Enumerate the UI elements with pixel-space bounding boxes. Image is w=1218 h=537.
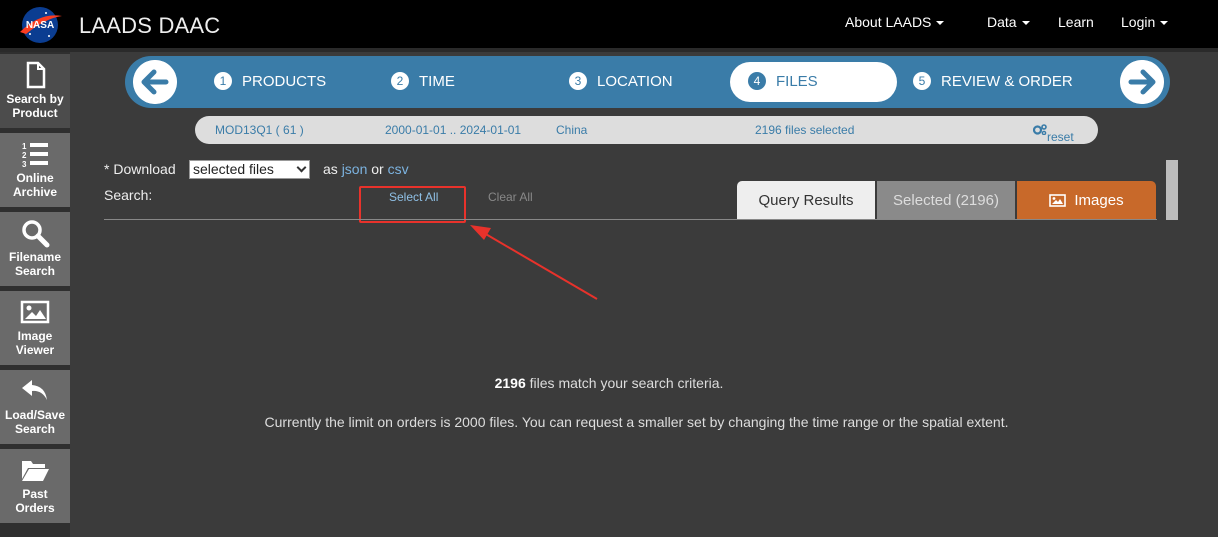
nav-learn[interactable]: Learn <box>1058 14 1094 30</box>
selection-summary: MOD13Q1 ( 61 ) 2000-01-01 .. 2024-01-01 … <box>195 116 1098 144</box>
download-scope-select[interactable]: selected files <box>189 160 310 179</box>
tab-selected[interactable]: Selected (2196) <box>877 181 1015 220</box>
gears-icon <box>1032 124 1047 136</box>
nasa-logo[interactable]: NASA <box>16 4 64 44</box>
wizard-steps-bar: 1 PRODUCTS 2 TIME 3 LOCATION 4 FILES 5 REVIEW… <box>125 56 1170 108</box>
annotation-highlight-box <box>359 186 466 223</box>
search-icon <box>22 220 50 248</box>
download-row: * Download <box>104 161 176 177</box>
file-icon <box>26 61 46 89</box>
svg-text:3: 3 <box>22 160 27 169</box>
image-icon <box>1049 194 1067 207</box>
sidebar-item-past-orders[interactable]: Past Orders <box>0 449 70 523</box>
caret-down-icon <box>1021 21 1030 26</box>
image-icon <box>20 300 50 324</box>
left-sidebar: Search by Product 123 Online Archive Fil… <box>0 52 70 537</box>
sidebar-item-search-by-product[interactable]: Search by Product <box>0 54 70 128</box>
wizard-step-location[interactable]: 3 LOCATION <box>569 56 673 108</box>
sidebar-item-filename-search[interactable]: Filename Search <box>0 212 70 286</box>
tab-query-results[interactable]: Query Results <box>737 181 875 220</box>
json-link[interactable]: json <box>342 161 368 177</box>
wizard-step-time[interactable]: 2 TIME <box>391 56 455 108</box>
wizard-step-review-order[interactable]: 5 REVIEW & ORDER <box>913 56 1073 108</box>
top-navbar: NASA LAADS DAAC About LAADS Data Learn L… <box>0 0 1218 48</box>
arrow-left-icon[interactable] <box>133 60 177 104</box>
results-count-message: 2196 files match your search criteria. <box>494 375 724 391</box>
tabs-underline <box>104 219 1157 220</box>
search-label: Search: <box>104 187 153 203</box>
wizard-step-products[interactable]: 1 PRODUCTS <box>214 56 326 108</box>
summary-date-range[interactable]: 2000-01-01 .. 2024-01-01 <box>385 123 521 137</box>
sidebar-item-online-archive[interactable]: 123 Online Archive <box>0 133 70 207</box>
reset-button[interactable]: reset <box>1032 123 1074 144</box>
wizard-step-files[interactable]: 4 FILES <box>730 62 897 102</box>
svg-text:NASA: NASA <box>26 20 54 31</box>
tab-images[interactable]: Images <box>1017 181 1156 220</box>
svg-text:2: 2 <box>22 151 27 160</box>
caret-down-icon <box>1160 21 1169 26</box>
csv-link[interactable]: csv <box>388 161 409 177</box>
summary-product[interactable]: MOD13Q1 ( 61 ) <box>215 123 304 137</box>
order-limit-message: Currently the limit on orders is 2000 fi… <box>264 414 1009 430</box>
caret-down-icon <box>936 21 945 26</box>
header-divider <box>0 48 1218 52</box>
sidebar-item-image-viewer[interactable]: Image Viewer <box>0 291 70 365</box>
summary-files-selected: 2196 files selected <box>755 123 855 137</box>
nav-about-laads[interactable]: About LAADS <box>845 14 945 30</box>
arrow-right-icon[interactable] <box>1120 60 1164 104</box>
nav-login[interactable]: Login <box>1121 14 1169 30</box>
brand-title[interactable]: LAADS DAAC <box>79 13 220 39</box>
nav-data[interactable]: Data <box>987 14 1030 30</box>
scrollbar-thumb[interactable] <box>1166 160 1178 220</box>
clear-all-button[interactable]: Clear All <box>488 190 533 204</box>
chevron-down-icon <box>296 162 307 173</box>
svg-text:1: 1 <box>22 142 27 151</box>
download-label: * Download <box>104 161 176 177</box>
list-icon: 123 <box>22 142 48 169</box>
download-format-links: as json or csv <box>323 161 409 177</box>
folder-open-icon <box>22 461 49 481</box>
summary-location[interactable]: China <box>556 123 587 137</box>
